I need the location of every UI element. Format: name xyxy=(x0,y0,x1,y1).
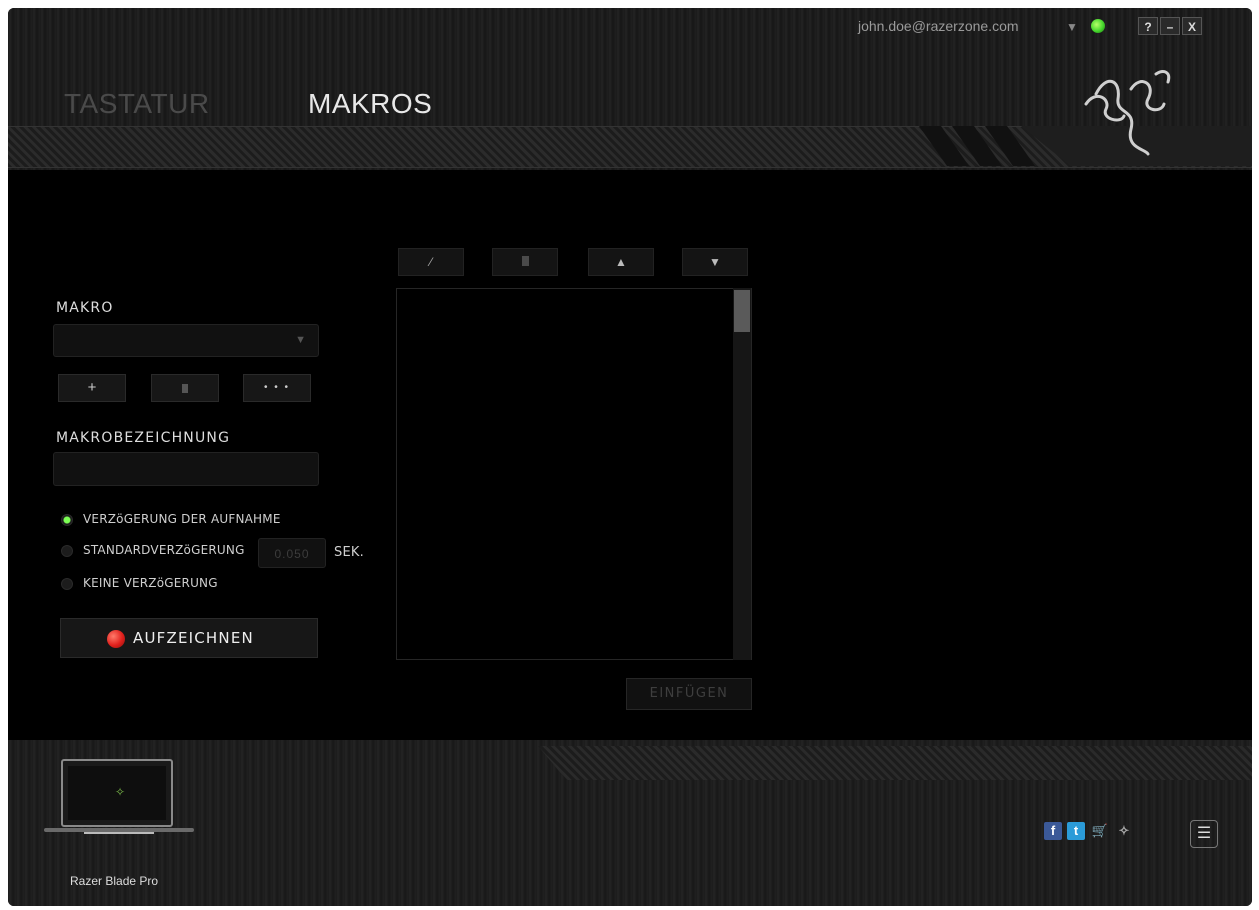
cart-icon[interactable]: 🛒 xyxy=(1091,822,1109,840)
delay-unit-label: SEK. xyxy=(334,545,364,560)
chevron-down-icon: ▼ xyxy=(295,334,306,346)
synapse-window: TASTATUR MAKROS john.doe@razerzone.com ▼… xyxy=(8,8,1252,906)
record-button[interactable]: AUFZEICHNEN xyxy=(60,618,318,658)
facebook-icon[interactable]: f xyxy=(1044,822,1062,840)
razer-icon[interactable]: ✧ xyxy=(1115,822,1133,840)
delete-macro-button[interactable] xyxy=(151,374,219,402)
edit-event-button[interactable]: ⁄ xyxy=(398,248,464,276)
arrow-down-icon: ▼ xyxy=(709,255,721,269)
razer-logo-icon xyxy=(1084,70,1171,156)
header: TASTATUR MAKROS john.doe@razerzone.com ▼… xyxy=(8,8,1252,170)
delete-event-button[interactable] xyxy=(492,248,558,276)
close-button[interactable]: X xyxy=(1182,17,1202,35)
trash-icon xyxy=(182,384,188,393)
more-options-button[interactable]: • • • xyxy=(243,374,311,402)
event-list-scrollbar[interactable] xyxy=(733,288,751,660)
macro-label: MAKRO xyxy=(56,300,114,316)
trash-icon xyxy=(521,256,529,266)
svg-text:✧: ✧ xyxy=(115,785,125,799)
radio-no-delay-label: KEINE VERZöGERUNG xyxy=(83,576,218,590)
move-down-button[interactable]: ▼ xyxy=(682,248,748,276)
tab-keyboard[interactable]: TASTATUR xyxy=(64,88,210,120)
pencil-icon: ⁄ xyxy=(429,255,432,269)
macro-name-field[interactable] xyxy=(53,452,319,486)
arrow-up-icon: ▲ xyxy=(615,255,627,269)
radio-no-delay[interactable] xyxy=(61,578,73,590)
device-laptop-icon[interactable]: ✧ xyxy=(44,758,194,838)
radio-record-delay-label: VERZöGERUNG DER AUFNAHME xyxy=(83,512,281,526)
record-button-label: AUFZEICHNEN xyxy=(133,629,254,647)
event-list-scroll-thumb[interactable] xyxy=(734,290,750,332)
account-dropdown-icon[interactable]: ▼ xyxy=(1066,20,1078,34)
move-up-button[interactable]: ▲ xyxy=(588,248,654,276)
macro-select[interactable]: ▼ xyxy=(53,324,319,357)
default-delay-input[interactable]: 0.050 xyxy=(258,538,326,568)
macro-name-label: MAKROBEZEICHNUNG xyxy=(56,430,231,446)
footer-pattern-strip xyxy=(538,746,1252,780)
macro-event-list[interactable] xyxy=(396,288,752,660)
online-status-icon xyxy=(1091,19,1105,33)
device-name: Razer Blade Pro xyxy=(70,874,159,888)
radio-record-delay[interactable] xyxy=(61,514,73,526)
tab-macros[interactable]: MAKROS xyxy=(308,88,432,120)
record-icon xyxy=(107,630,125,648)
radio-default-delay-label: STANDARDVERZöGERUNG xyxy=(83,543,245,557)
add-macro-button[interactable]: + xyxy=(58,374,126,402)
insert-button[interactable]: EINFÜGEN xyxy=(626,678,752,710)
minimize-button[interactable]: – xyxy=(1160,17,1180,35)
help-button[interactable]: ? xyxy=(1138,17,1158,35)
default-delay-value: 0.050 xyxy=(274,547,310,561)
account-email[interactable]: john.doe@razerzone.com xyxy=(858,18,1019,34)
radio-default-delay[interactable] xyxy=(61,545,73,557)
twitter-icon[interactable]: t xyxy=(1067,822,1085,840)
menu-icon[interactable]: ☰ xyxy=(1190,820,1218,848)
